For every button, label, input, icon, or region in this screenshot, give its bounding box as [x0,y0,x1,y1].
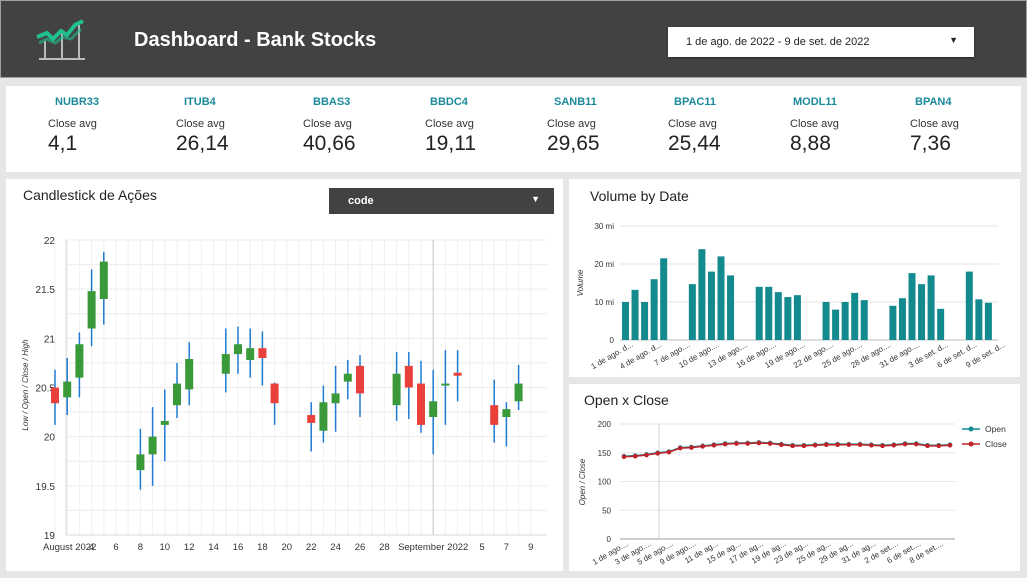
data-point [621,454,627,460]
data-point [655,451,661,456]
data-point [902,441,908,447]
data-point [689,445,694,450]
data-point [677,445,683,451]
data-point [812,442,818,448]
data-point [801,443,807,449]
data-point [666,449,672,455]
legend-label: Close [985,439,1007,449]
data-point [936,443,942,449]
y-tick-label: 150 [598,449,612,458]
data-point [947,442,953,448]
data-point [891,442,897,448]
data-point [700,444,705,449]
data-point [790,443,795,449]
y-tick-label: 200 [598,420,612,429]
data-point [846,442,852,448]
data-point [835,442,840,448]
data-point [880,443,885,449]
data-point [779,442,784,448]
y-tick-label: 50 [602,506,611,515]
data-point [644,452,649,458]
data-point [869,442,874,448]
data-point [767,441,773,446]
data-point [722,441,728,447]
data-point [824,442,829,448]
data-point [734,441,739,446]
data-point [745,441,750,446]
y-tick-label: 0 [607,535,612,544]
data-point [632,453,638,459]
legend-marker [968,441,974,447]
data-point [857,442,863,448]
data-point [913,441,919,447]
y-axis-label: Open / Close [578,458,587,505]
data-point [756,440,762,446]
data-point [925,443,930,449]
data-point [711,442,717,448]
y-tick-label: 100 [598,478,612,487]
openclose-chart: 200150100500Open / Close1 de ago....3 de… [578,420,1007,567]
legend-marker [968,426,974,432]
legend-label: Open [985,424,1006,434]
